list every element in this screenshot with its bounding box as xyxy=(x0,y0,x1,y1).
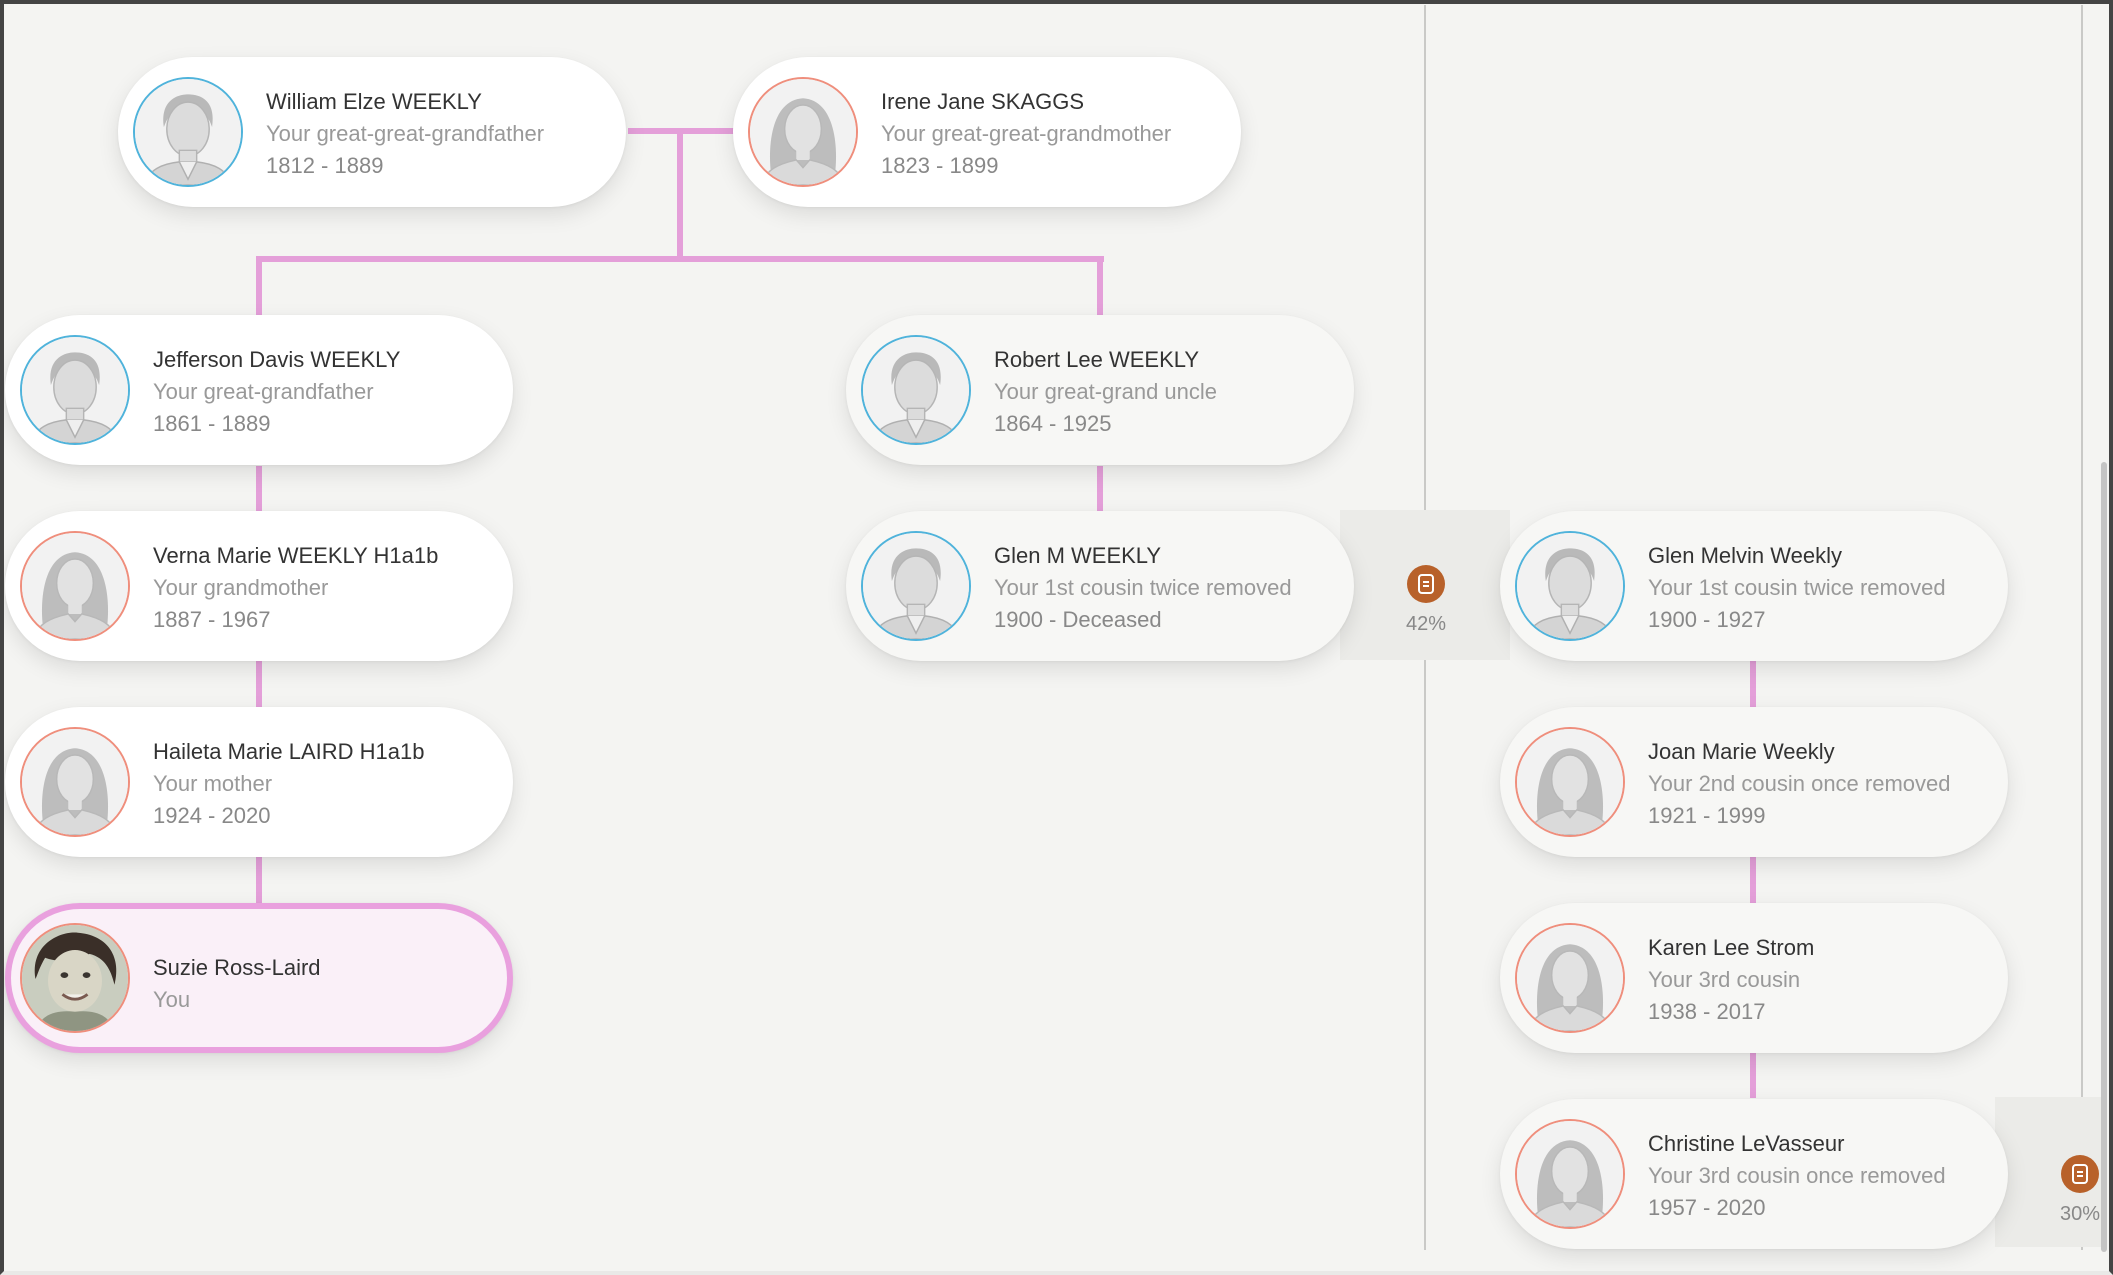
right-edge-divider xyxy=(2081,5,2083,1250)
descent-connector xyxy=(677,128,683,262)
male-avatar-icon xyxy=(861,335,971,445)
person-dates: 1861 - 1889 xyxy=(153,411,271,436)
person-name: Haileta Marie LAIRD H1a1b xyxy=(153,739,425,764)
person-name: Christine LeVasseur xyxy=(1648,1131,1845,1156)
person-relationship: Your 3rd cousin once removed xyxy=(1648,1163,1946,1188)
female-avatar-icon xyxy=(748,77,858,187)
descent-connector xyxy=(256,856,262,904)
person-name: Glen Melvin Weekly xyxy=(1648,543,1842,568)
document-icon[interactable] xyxy=(2061,1155,2099,1193)
person-info: Joan Marie Weekly Your 2nd cousin once r… xyxy=(1648,736,1951,832)
person-dates: 1921 - 1999 xyxy=(1648,803,1766,828)
person-card-glen-m[interactable]: Glen M WEEKLY Your 1st cousin twice remo… xyxy=(846,511,1354,661)
male-avatar-icon xyxy=(133,77,243,187)
female-avatar-icon xyxy=(20,727,130,837)
person-dates: 1823 - 1899 xyxy=(881,153,999,178)
descent-connector xyxy=(1097,466,1103,512)
male-avatar-icon xyxy=(20,335,130,445)
person-relationship: Your great-great-grandmother xyxy=(881,121,1172,146)
descent-connector xyxy=(1750,856,1756,904)
person-info: Haileta Marie LAIRD H1a1b Your mother 19… xyxy=(153,736,424,832)
descent-connector xyxy=(256,466,262,512)
person-name: Glen M WEEKLY xyxy=(994,543,1162,568)
person-card-irene[interactable]: Irene Jane SKAGGS Your great-great-grand… xyxy=(733,57,1241,207)
descent-connector xyxy=(256,256,262,316)
person-card-verna[interactable]: Verna Marie WEEKLY H1a1b Your grandmothe… xyxy=(5,511,513,661)
person-relationship: Your 2nd cousin once removed xyxy=(1648,771,1951,796)
person-card-jefferson[interactable]: Jefferson Davis WEEKLY Your great-grandf… xyxy=(5,315,513,465)
person-relationship: Your great-grandfather xyxy=(153,379,374,404)
person-info: Irene Jane SKAGGS Your great-great-grand… xyxy=(881,86,1171,182)
person-name: Suzie Ross-Laird xyxy=(153,955,321,980)
person-dates: 1900 - 1927 xyxy=(1648,607,1766,632)
descent-connector xyxy=(256,660,262,708)
person-dates: 1812 - 1889 xyxy=(266,153,384,178)
person-info: William Elze WEEKLY Your great-great-gra… xyxy=(266,86,544,182)
descent-connector xyxy=(1750,1050,1756,1098)
person-name: Irene Jane SKAGGS xyxy=(881,89,1084,114)
sibling-bar xyxy=(256,256,1104,262)
person-info: Robert Lee WEEKLY Your great-grand uncle… xyxy=(994,344,1217,440)
person-relationship: Your 3rd cousin xyxy=(1648,967,1801,992)
female-avatar-icon xyxy=(1515,923,1625,1033)
person-name: Jefferson Davis WEEKLY xyxy=(153,347,401,372)
person-dates: 1924 - 2020 xyxy=(153,803,271,828)
person-dates: 1938 - 2017 xyxy=(1648,999,1766,1024)
female-avatar-icon xyxy=(20,531,130,641)
person-dates: 1887 - 1967 xyxy=(153,607,271,632)
person-info: Verna Marie WEEKLY H1a1b Your grandmothe… xyxy=(153,540,438,636)
dna-match-badge[interactable]: 42% xyxy=(1391,565,1461,636)
person-name: Karen Lee Strom xyxy=(1648,935,1815,960)
person-name: Joan Marie Weekly xyxy=(1648,739,1835,764)
person-info: Karen Lee Strom Your 3rd cousin 1938 - 2… xyxy=(1648,932,1814,1028)
person-relationship: Your 1st cousin twice removed xyxy=(1648,575,1946,600)
person-dates: 1900 - Deceased xyxy=(994,607,1162,632)
person-relationship: Your mother xyxy=(153,771,273,796)
person-info: Glen M WEEKLY Your 1st cousin twice remo… xyxy=(994,540,1292,636)
descent-connector xyxy=(1750,660,1756,708)
male-avatar-icon xyxy=(1515,531,1625,641)
person-card-christine[interactable]: Christine LeVasseur Your 3rd cousin once… xyxy=(1500,1099,2008,1249)
person-card-karen[interactable]: Karen Lee Strom Your 3rd cousin 1938 - 2… xyxy=(1500,903,2008,1053)
person-card-glen-melvin[interactable]: Glen Melvin Weekly Your 1st cousin twice… xyxy=(1500,511,2008,661)
person-dates: 1864 - 1925 xyxy=(994,411,1112,436)
person-name: Verna Marie WEEKLY H1a1b xyxy=(153,543,439,568)
person-relationship: Your great-grand uncle xyxy=(994,379,1218,404)
person-card-self[interactable]: Suzie Ross-Laird You xyxy=(5,903,513,1053)
person-relationship: Your grandmother xyxy=(153,575,329,600)
match-percent: 42% xyxy=(1405,613,1447,635)
profile-photo-image xyxy=(22,925,128,1031)
male-avatar-icon xyxy=(861,531,971,641)
person-dates: 1957 - 2020 xyxy=(1648,1195,1766,1220)
person-name: William Elze WEEKLY xyxy=(266,89,482,114)
vertical-scrollbar[interactable] xyxy=(2101,462,2107,1252)
person-card-haileta[interactable]: Haileta Marie LAIRD H1a1b Your mother 19… xyxy=(5,707,513,857)
female-avatar-icon xyxy=(1515,727,1625,837)
person-info: Jefferson Davis WEEKLY Your great-grandf… xyxy=(153,344,400,440)
person-card-robert[interactable]: Robert Lee WEEKLY Your great-grand uncle… xyxy=(846,315,1354,465)
person-info: Suzie Ross-Laird You xyxy=(153,952,321,1016)
person-info: Glen Melvin Weekly Your 1st cousin twice… xyxy=(1648,540,1946,636)
document-icon[interactable] xyxy=(1407,565,1445,603)
person-card-william[interactable]: William Elze WEEKLY Your great-great-gra… xyxy=(118,57,626,207)
person-relationship: You xyxy=(153,987,191,1012)
person-info: Christine LeVasseur Your 3rd cousin once… xyxy=(1648,1128,1946,1224)
person-relationship: Your great-great-grandfather xyxy=(266,121,545,146)
descent-connector xyxy=(1097,256,1103,316)
person-relationship: Your 1st cousin twice removed xyxy=(994,575,1292,600)
female-avatar-icon xyxy=(1515,1119,1625,1229)
person-card-joan[interactable]: Joan Marie Weekly Your 2nd cousin once r… xyxy=(1500,707,2008,857)
profile-photo xyxy=(20,923,130,1033)
person-name: Robert Lee WEEKLY xyxy=(994,347,1200,372)
